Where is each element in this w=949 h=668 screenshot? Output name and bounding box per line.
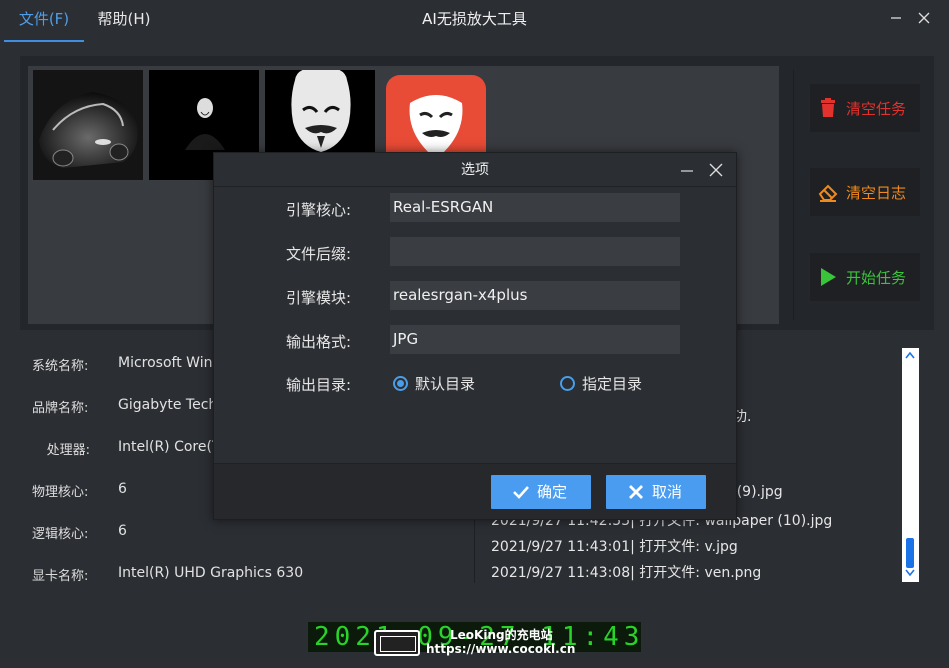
divider [793, 70, 794, 320]
radio-checked-icon [393, 376, 408, 391]
menu-file[interactable]: 文件(F) [4, 0, 84, 42]
output-format-field[interactable]: JPG [390, 325, 680, 354]
clear-tasks-button[interactable]: 清空任务 [810, 84, 920, 132]
clear-log-label: 清空日志 [846, 184, 907, 202]
start-task-label: 开始任务 [846, 269, 907, 287]
clear-tasks-label: 清空任务 [846, 100, 907, 118]
radio-custom-label: 指定目录 [582, 375, 643, 393]
title-bar: 文件(F) 帮助(H) AI无损放大工具 [0, 0, 949, 42]
trash-icon [818, 98, 838, 118]
engine-module-field[interactable]: realesrgan-x4plus [390, 281, 680, 310]
dialog-close-icon[interactable] [709, 163, 723, 177]
check-icon [513, 484, 529, 500]
cancel-label: 取消 [652, 483, 683, 501]
radio-unchecked-icon [560, 376, 575, 391]
engine-core-label: 引擎核心: [286, 201, 352, 219]
minimize-icon[interactable] [886, 8, 906, 28]
engine-core-field[interactable]: Real-ESRGAN [390, 193, 680, 222]
menu-help[interactable]: 帮助(H) [84, 0, 164, 42]
start-task-button[interactable]: 开始任务 [810, 253, 920, 301]
watermark: LeoKing的充电站 https://www.cocokl.cn [374, 626, 594, 660]
info-value: 6 [118, 523, 127, 539]
watermark-url: https://www.cocokl.cn [426, 642, 576, 656]
cancel-button[interactable]: 取消 [606, 475, 706, 509]
scroll-thumb[interactable] [906, 538, 914, 568]
thumbnail-car[interactable] [33, 70, 143, 180]
info-label: 逻辑核心: [32, 527, 89, 542]
clear-log-button[interactable]: 清空日志 [810, 168, 920, 216]
info-value: Intel(R) Core(T [118, 439, 221, 455]
watermark-title: LeoKing的充电站 [450, 628, 553, 642]
info-label: 物理核心: [32, 485, 89, 500]
output-dir-label: 输出目录: [286, 376, 352, 394]
ok-button[interactable]: 确定 [491, 475, 591, 509]
play-icon [818, 267, 838, 287]
file-suffix-field[interactable] [390, 237, 680, 266]
info-label: 品牌名称: [32, 401, 89, 416]
radio-default-label: 默认目录 [415, 375, 476, 393]
file-suffix-label: 文件后缀: [286, 245, 352, 263]
engine-module-label: 引擎模块: [286, 289, 352, 307]
info-label: 系统名称: [32, 359, 89, 374]
output-format-label: 输出格式: [286, 333, 352, 351]
scroll-down-icon[interactable] [905, 569, 915, 577]
dialog-minimize-icon[interactable] [680, 163, 694, 177]
info-value: 6 [118, 481, 127, 497]
dialog-title-bar[interactable]: 选项 [214, 153, 736, 187]
info-value: Microsoft Win [118, 355, 213, 371]
log-line: 2021/9/27 11:43:01| 打开文件: v.jpg [491, 539, 738, 555]
info-label: 处理器: [46, 443, 90, 458]
ok-label: 确定 [537, 483, 568, 501]
battery-icon [374, 630, 420, 656]
scroll-up-icon[interactable] [905, 351, 915, 359]
options-dialog: 选项 引擎核心: Real-ESRGAN 文件后缀: 引擎模块: realesr… [213, 152, 737, 520]
close-icon[interactable] [914, 8, 934, 28]
log-line: 2021/9/27 11:43:08| 打开文件: ven.png [491, 565, 762, 581]
info-value: Gigabyte Tech [118, 397, 218, 413]
dialog-title: 选项 [461, 162, 489, 178]
log-scrollbar[interactable] [902, 348, 919, 582]
x-icon [628, 484, 644, 500]
info-label: 显卡名称: [32, 569, 89, 584]
eraser-icon [818, 182, 838, 202]
info-value: Intel(R) UHD Graphics 630 [118, 565, 304, 581]
